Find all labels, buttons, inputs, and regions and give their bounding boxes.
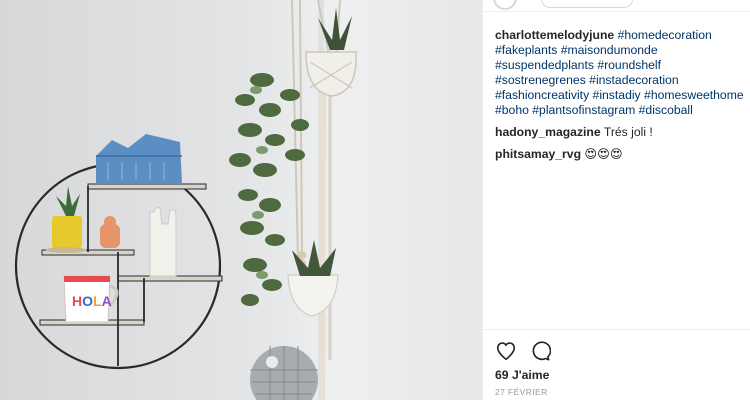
likes-count[interactable]: 69 J'aime — [495, 368, 549, 382]
post-date[interactable]: 27 FÉVRIER — [495, 387, 548, 397]
post-actions: 69 J'aime 27 FÉVRIER — [483, 329, 750, 400]
comment-item: hadony_magazine Trés joli ! — [495, 125, 745, 140]
post-photo[interactable]: HOLA — [0, 0, 482, 400]
comment-username[interactable]: phitsamay_rvg — [495, 147, 581, 161]
caption-username[interactable]: charlottemelodyjune — [495, 28, 614, 42]
heart-icon[interactable] — [495, 340, 517, 362]
comment-text: 😍😍😍 — [584, 147, 623, 161]
comment-icon[interactable] — [529, 340, 551, 362]
post-caption: charlottemelodyjune #homedecoration #fak… — [495, 28, 745, 118]
comment-item: phitsamay_rvg 😍😍😍 — [495, 147, 745, 162]
post-header — [483, 0, 750, 12]
comment-text: Trés joli ! — [603, 125, 653, 139]
mug-text: HOLA — [72, 293, 112, 309]
action-icons — [495, 340, 551, 362]
comment-username[interactable]: hadony_magazine — [495, 125, 601, 139]
comments-section: charlottemelodyjune #homedecoration #fak… — [495, 28, 745, 162]
shelf-plants-illustration: HOLA — [0, 0, 482, 400]
follow-button[interactable] — [541, 0, 633, 8]
post-side-panel: charlottemelodyjune #homedecoration #fak… — [482, 0, 750, 400]
instagram-post: HOLA charlottemelodyjune #homedecoration… — [0, 0, 750, 400]
avatar[interactable] — [493, 0, 517, 10]
